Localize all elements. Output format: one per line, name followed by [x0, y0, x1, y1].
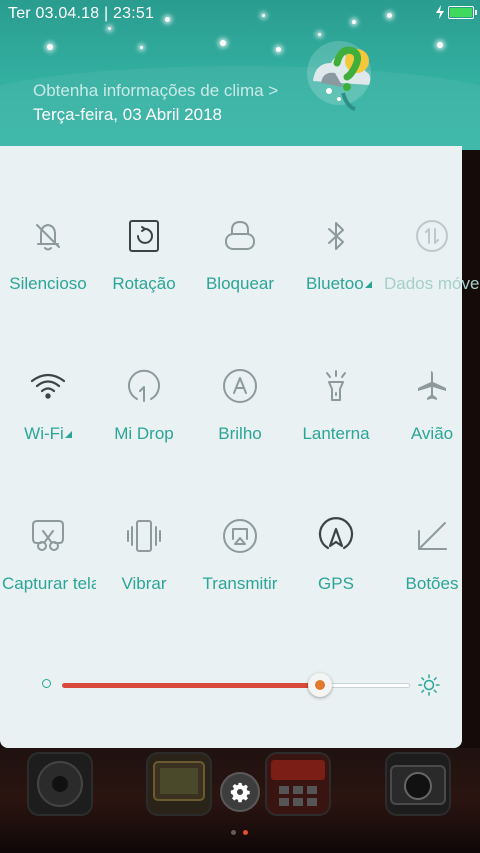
brightness-slider-fill: [62, 683, 320, 688]
tv-icon: [153, 761, 205, 801]
screenshot-icon: [29, 517, 67, 555]
camera-icon: [390, 765, 446, 805]
tile-label: Rotação: [112, 274, 176, 293]
bluetooth-icon: [317, 217, 355, 255]
tile-silencioso[interactable]: Silencioso: [0, 217, 96, 307]
page-indicator-dot: [231, 830, 236, 835]
expand-arrow-icon: [64, 431, 72, 438]
star-decoration: [47, 44, 53, 50]
buttons-icon: [413, 517, 451, 555]
tile-label-wrap: Bluetoo: [306, 274, 384, 294]
lock-icon: [221, 217, 259, 255]
tile-brilho[interactable]: Brilho: [192, 367, 288, 457]
star-decoration: [352, 20, 356, 24]
tile-label: Lanterna: [302, 424, 370, 443]
tile-label: Brilho: [218, 424, 262, 443]
rotary-phone-icon: [37, 761, 83, 807]
tile-label: Bluetoo: [306, 274, 364, 293]
tile-label: Bloquear: [205, 274, 275, 293]
app-calculator-icon[interactable]: [265, 752, 331, 816]
brightness-low-icon: [42, 679, 51, 688]
star-decoration: [220, 40, 226, 46]
brightness-slider-thumb[interactable]: [308, 673, 332, 697]
tile-wifi[interactable]: Wi-Fi: [0, 367, 96, 457]
vibrate-icon: [125, 517, 163, 555]
star-decoration: [387, 13, 392, 18]
tile-vibrar[interactable]: Vibrar: [96, 517, 192, 607]
silent-bell-icon: [29, 217, 67, 255]
quick-settings-panel: Silencioso Rotação Bloquear Bluetoo Dado…: [0, 146, 479, 748]
star-decoration: [262, 14, 265, 17]
tile-capturar-tela[interactable]: Capturar tela: [0, 517, 96, 607]
status-datetime: Ter 03.04.18 | 23:51: [8, 5, 155, 22]
airplane-icon: [413, 367, 451, 405]
tile-label: Avião: [410, 424, 454, 443]
weather-info-link[interactable]: Obtenha informações de clima >: [33, 81, 278, 101]
star-decoration: [437, 42, 443, 48]
cast-icon: [221, 517, 259, 555]
charging-icon: [436, 5, 444, 19]
tile-label: GPS: [318, 574, 354, 593]
tile-bloquear[interactable]: Bloquear: [192, 217, 288, 307]
tile-label: Vibrar: [121, 574, 167, 593]
tile-aviao[interactable]: Avião: [384, 367, 480, 457]
brightness-high-icon: [418, 674, 440, 696]
star-decoration: [108, 27, 111, 30]
page-indicator-dot-active: [243, 830, 248, 835]
expand-arrow-icon: [364, 281, 372, 288]
star-decoration: [165, 17, 170, 22]
tile-label: Wi-Fi: [24, 424, 64, 443]
app-phone-icon[interactable]: [27, 752, 93, 816]
rotation-lock-icon: [125, 217, 163, 255]
gps-icon: [317, 517, 355, 555]
tile-botoes[interactable]: Botões: [384, 517, 480, 607]
tile-label: Botões: [405, 574, 459, 593]
flashlight-icon: [317, 367, 355, 405]
tile-dados-moveis[interactable]: Dados móve: [384, 217, 480, 307]
star-decoration: [276, 47, 281, 52]
battery-icon: [448, 6, 477, 19]
tile-bluetooth[interactable]: Bluetoo: [288, 217, 384, 307]
notification-header: Ter 03.04.18 | 23:51 Obtenha informações…: [0, 0, 480, 150]
wifi-icon: [29, 367, 67, 405]
tile-label: Silencioso: [9, 274, 87, 293]
tile-transmitir[interactable]: Transmitir: [192, 517, 288, 607]
tile-lanterna[interactable]: Lanterna: [288, 367, 384, 457]
tile-label: Transmitir: [202, 574, 278, 593]
weather-character-icon: [307, 41, 371, 111]
tile-label: Capturar tela: [2, 574, 96, 593]
tile-label-wrap: Wi-Fi: [0, 424, 96, 444]
tile-mi-drop[interactable]: Mi Drop: [96, 367, 192, 457]
date-label: Terça-feira, 03 Abril 2018: [33, 105, 222, 124]
gear-icon: [230, 782, 250, 803]
calculator-icon: [271, 760, 325, 806]
mi-drop-icon: [125, 367, 163, 405]
auto-brightness-icon: [221, 367, 259, 405]
battery-level: [450, 8, 472, 17]
settings-gear-button[interactable]: [220, 772, 260, 812]
tile-gps[interactable]: GPS: [288, 517, 384, 607]
app-camera-icon[interactable]: [385, 752, 451, 816]
tile-label: Dados móve: [384, 274, 480, 293]
mobile-data-icon: [413, 217, 451, 255]
tile-label: Mi Drop: [114, 424, 174, 443]
star-decoration: [140, 46, 143, 49]
tile-rotacao[interactable]: Rotação: [96, 217, 192, 307]
app-tv-icon[interactable]: [146, 752, 212, 816]
